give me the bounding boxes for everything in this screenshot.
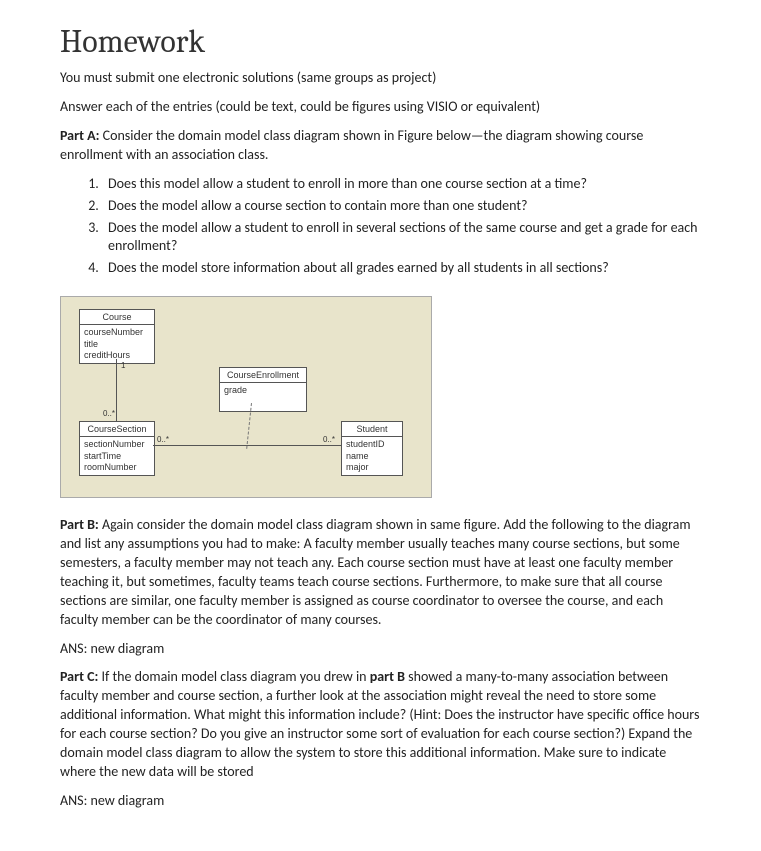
uml-multiplicity: 0..*	[103, 409, 115, 420]
uml-class-course: Course courseNumber title creditHours	[79, 309, 155, 364]
uml-multiplicity: 0..*	[323, 435, 335, 446]
part-a-questions: Does this model allow a student to enrol…	[84, 175, 701, 278]
part-a-label: Part A:	[60, 127, 99, 144]
uml-attr: roomNumber	[84, 462, 150, 473]
uml-attr: creditHours	[84, 350, 150, 361]
part-c-para: Part C: If the domain model class diagra…	[60, 668, 701, 781]
part-a-para: Part A: Consider the domain model class …	[60, 127, 701, 165]
uml-multiplicity: 0..*	[157, 435, 169, 446]
page-title: Homework	[60, 20, 701, 63]
part-c-bold-ref: part B	[370, 668, 405, 685]
part-b-label: Part B:	[60, 516, 99, 533]
uml-attr: grade	[224, 385, 302, 396]
uml-class-section: CourseSection sectionNumber startTime ro…	[79, 421, 155, 476]
part-b-answer: ANS: new diagram	[60, 640, 701, 659]
question-item: Does the model allow a student to enroll…	[102, 219, 701, 257]
part-c-answer: ANS: new diagram	[60, 792, 701, 811]
intro-line-1: You must submit one electronic solutions…	[60, 69, 701, 88]
uml-multiplicity: 1	[121, 361, 125, 372]
uml-attr: name	[346, 451, 398, 462]
question-item: Does the model allow a course section to…	[102, 197, 701, 216]
uml-class-title: Student	[342, 422, 402, 437]
part-c-label: Part C:	[60, 668, 98, 685]
uml-assoc-line	[116, 359, 117, 421]
uml-diagram: Course courseNumber title creditHours 1 …	[60, 296, 432, 498]
uml-attr: startTime	[84, 451, 150, 462]
uml-attr: title	[84, 339, 150, 350]
uml-class-enrollment: CourseEnrollment grade	[219, 367, 307, 412]
question-item: Does the model store information about a…	[102, 259, 701, 278]
part-c-pre: If the domain model class diagram you dr…	[98, 668, 369, 685]
uml-class-student: Student studentID name major	[341, 421, 403, 476]
uml-attr: studentID	[346, 439, 398, 450]
part-a-text: Consider the domain model class diagram …	[60, 127, 643, 163]
uml-attr: major	[346, 462, 398, 473]
uml-class-title: CourseEnrollment	[220, 368, 306, 383]
uml-class-title: Course	[80, 310, 154, 325]
uml-class-title: CourseSection	[80, 422, 154, 437]
intro-line-2: Answer each of the entries (could be tex…	[60, 98, 701, 117]
uml-attr: sectionNumber	[84, 439, 150, 450]
part-b-para: Part B: Again consider the domain model …	[60, 516, 701, 629]
part-b-text: Again consider the domain model class di…	[60, 516, 691, 627]
uml-attr: courseNumber	[84, 327, 150, 338]
question-item: Does this model allow a student to enrol…	[102, 175, 701, 194]
